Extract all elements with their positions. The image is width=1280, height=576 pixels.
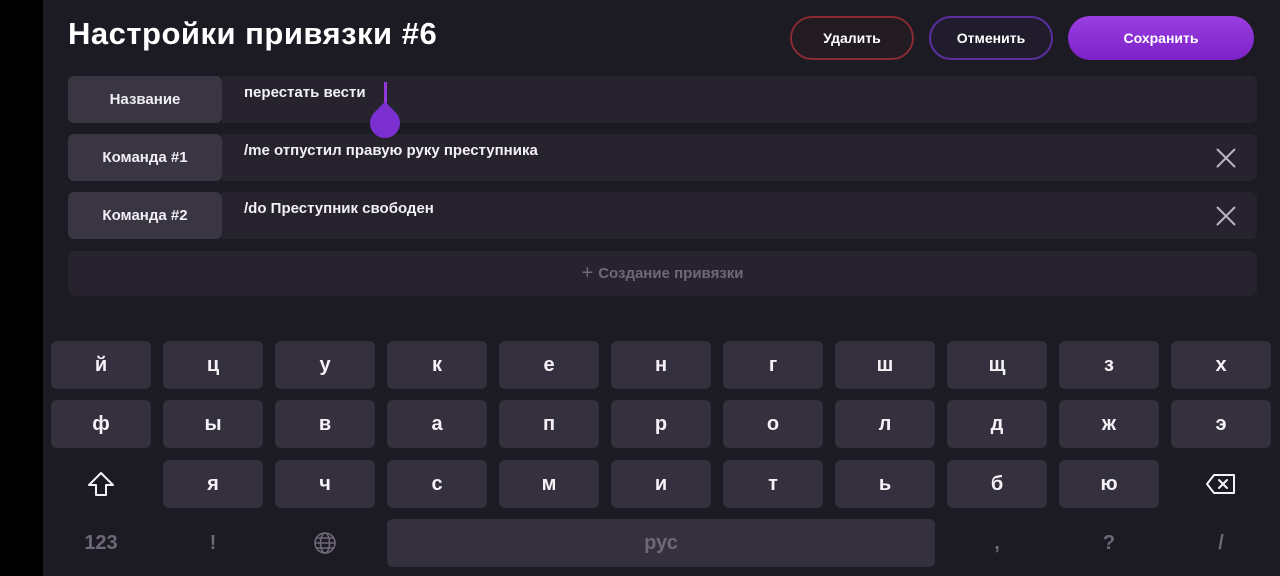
shift-key[interactable] xyxy=(51,460,151,508)
key[interactable]: л xyxy=(835,400,935,448)
command-2-input[interactable]: /do Преступник свободен xyxy=(222,192,1257,239)
command-2-value: /do Преступник свободен xyxy=(244,200,434,217)
globe-icon xyxy=(314,532,336,554)
command-1-value: /me отпустил правую руку преступника xyxy=(244,142,538,159)
key[interactable]: к xyxy=(387,341,487,389)
command-1-input[interactable]: /me отпустил правую руку преступника xyxy=(222,134,1257,181)
key[interactable]: ц xyxy=(163,341,263,389)
command-2-label: Команда #2 xyxy=(68,192,222,239)
slash-key[interactable]: / xyxy=(1171,519,1271,567)
key[interactable]: д xyxy=(947,400,1047,448)
key[interactable]: ь xyxy=(835,460,935,508)
plus-icon: + xyxy=(581,262,594,284)
command-row-2: Команда #2 /do Преступник свободен xyxy=(68,192,1257,239)
binding-settings-screen: Настройки привязки #6 Удалить Отменить С… xyxy=(43,0,1280,576)
key[interactable]: м xyxy=(499,460,599,508)
command-row-1: Команда #1 /me отпустил правую руку прес… xyxy=(68,134,1257,181)
numbers-key[interactable]: 123 xyxy=(51,519,151,567)
key[interactable]: э xyxy=(1171,400,1271,448)
key[interactable]: ч xyxy=(275,460,375,508)
exclamation-key[interactable]: ! xyxy=(163,519,263,567)
key[interactable]: ф xyxy=(51,400,151,448)
remove-command-2-icon[interactable] xyxy=(1213,203,1239,229)
name-label: Название xyxy=(68,76,222,123)
key[interactable]: т xyxy=(723,460,823,508)
name-input-value: перестать вести xyxy=(244,84,366,101)
create-binding-button[interactable]: + Создание привязки xyxy=(68,251,1257,296)
key[interactable]: п xyxy=(499,400,599,448)
key[interactable]: о xyxy=(723,400,823,448)
key[interactable]: ж xyxy=(1059,400,1159,448)
name-row: Название перестать вести xyxy=(68,76,1257,123)
key[interactable]: щ xyxy=(947,341,1047,389)
cancel-button[interactable]: Отменить xyxy=(929,16,1053,60)
key[interactable]: ы xyxy=(163,400,263,448)
delete-button[interactable]: Удалить xyxy=(790,16,914,60)
key[interactable]: е xyxy=(499,341,599,389)
key[interactable]: а xyxy=(387,400,487,448)
backspace-key[interactable] xyxy=(1171,460,1271,508)
shift-icon xyxy=(88,472,114,496)
key[interactable]: с xyxy=(387,460,487,508)
remove-command-1-icon[interactable] xyxy=(1213,145,1239,171)
comma-key[interactable]: , xyxy=(947,519,1047,567)
page-title: Настройки привязки #6 xyxy=(68,16,438,51)
key[interactable]: я xyxy=(163,460,263,508)
key[interactable]: ш xyxy=(835,341,935,389)
key[interactable]: й xyxy=(51,341,151,389)
key[interactable]: з xyxy=(1059,341,1159,389)
key[interactable]: х xyxy=(1171,341,1271,389)
key[interactable]: в xyxy=(275,400,375,448)
command-1-label: Команда #1 xyxy=(68,134,222,181)
save-button[interactable]: Сохранить xyxy=(1068,16,1254,60)
key[interactable]: и xyxy=(611,460,711,508)
backspace-icon xyxy=(1206,474,1235,494)
key[interactable]: р xyxy=(611,400,711,448)
language-key[interactable] xyxy=(275,519,375,567)
key[interactable]: б xyxy=(947,460,1047,508)
key[interactable]: н xyxy=(611,341,711,389)
space-key[interactable]: рус xyxy=(387,519,935,567)
key[interactable]: ю xyxy=(1059,460,1159,508)
create-binding-label: Создание привязки xyxy=(598,265,744,282)
key[interactable]: у xyxy=(275,341,375,389)
key[interactable]: г xyxy=(723,341,823,389)
question-key[interactable]: ? xyxy=(1059,519,1159,567)
